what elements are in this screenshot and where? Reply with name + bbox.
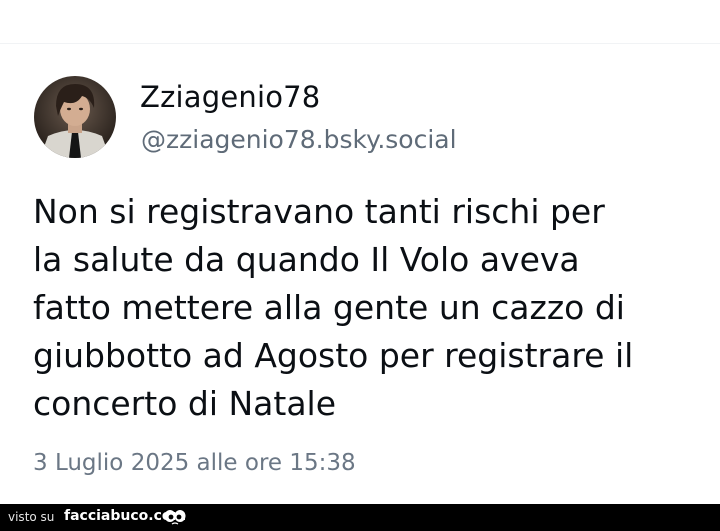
watermark-prefix: visto su — [8, 510, 55, 524]
author-handle[interactable]: @zziagenio78.bsky.social — [141, 125, 457, 154]
post-text-line: concerto di Natale — [33, 384, 337, 423]
author-avatar[interactable] — [34, 76, 116, 158]
post-text-line: la salute da quando Il Volo aveva — [33, 240, 580, 279]
post-text-line: fatto mettere alla gente un cazzo di — [33, 288, 625, 327]
post-text-line: giubbotto ad Agosto per registrare il — [33, 336, 634, 375]
watermark-bar: visto su facciabuco.com — [0, 504, 720, 531]
post-text-line: Non si registravano tanti rischi per — [33, 192, 605, 231]
user-avatar-photo-icon — [34, 76, 116, 158]
post-card: Zziagenio78 @zziagenio78.bsky.social Non… — [0, 44, 720, 504]
post-text: Non si registravano tanti rischi per la … — [33, 188, 703, 428]
screenshot-page: Zziagenio78 @zziagenio78.bsky.social Non… — [0, 0, 720, 531]
eyes-icon — [164, 510, 186, 525]
post-timestamp[interactable]: 3 Luglio 2025 alle ore 15:38 — [33, 450, 356, 476]
author-display-name[interactable]: Zziagenio78 — [140, 80, 320, 114]
